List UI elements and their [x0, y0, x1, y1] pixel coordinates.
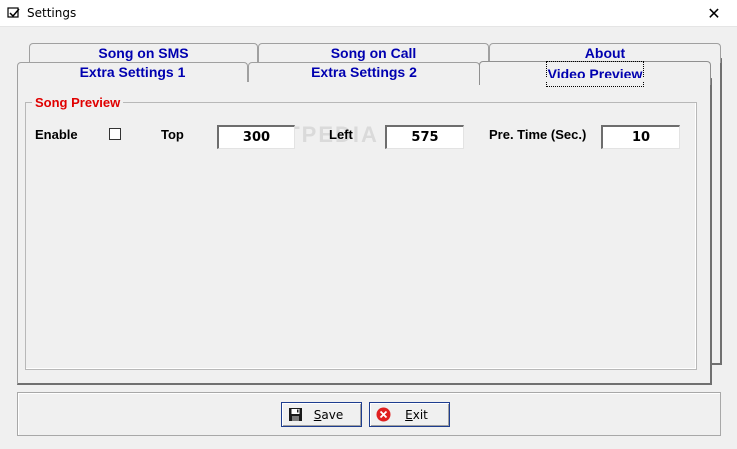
pretime-input[interactable]: 10 [601, 125, 680, 149]
group-title: Song Preview [32, 95, 124, 110]
close-window-button[interactable]: ✕ [691, 0, 737, 27]
tab-about[interactable]: About [489, 43, 721, 63]
tab-label: Video Preview [545, 61, 645, 87]
exit-button-label: Exit [405, 407, 428, 422]
tab-label: Song on Call [330, 45, 417, 61]
tab-label: Song on SMS [98, 45, 189, 61]
tab-extra-settings-2[interactable]: Extra Settings 2 [248, 62, 480, 82]
tab-extra-settings-1[interactable]: Extra Settings 1 [17, 62, 248, 82]
tab-label: About [584, 45, 626, 61]
tab-label: Extra Settings 1 [79, 64, 186, 80]
top-label: Top [161, 127, 184, 142]
app-icon [7, 7, 20, 18]
exit-button[interactable]: Exit [369, 402, 450, 427]
save-button-label: Save [313, 407, 344, 422]
save-button[interactable]: Save [281, 402, 362, 427]
tab-song-on-call[interactable]: Song on Call [258, 43, 489, 63]
active-tab-joiner [480, 78, 710, 82]
tab-label: Extra Settings 2 [311, 64, 417, 80]
left-label: Left [329, 127, 353, 142]
enable-checkbox[interactable] [109, 128, 121, 140]
window-title: Settings [27, 6, 77, 20]
title-bar: Settings ✕ [0, 0, 737, 27]
song-preview-group [25, 102, 697, 370]
close-icon: ✕ [707, 5, 721, 23]
left-input[interactable]: 575 [385, 125, 464, 149]
top-input[interactable]: 300 [217, 125, 295, 149]
enable-label: Enable [35, 127, 78, 142]
tab-song-on-sms[interactable]: Song on SMS [29, 43, 258, 63]
pretime-label: Pre. Time (Sec.) [489, 127, 587, 142]
